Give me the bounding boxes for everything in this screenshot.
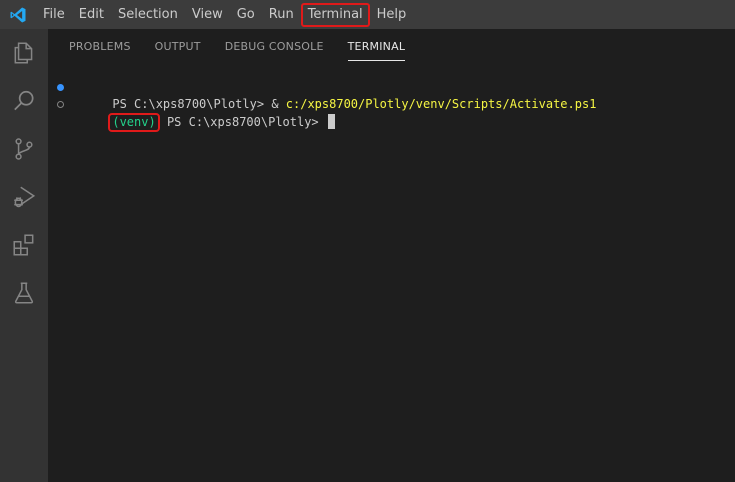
testing-icon[interactable] bbox=[0, 269, 48, 317]
tab-terminal[interactable]: TERMINAL bbox=[336, 29, 418, 65]
vscode-logo-icon[interactable] bbox=[0, 0, 36, 29]
menu-terminal[interactable]: Terminal bbox=[300, 2, 370, 27]
menu-bar: File Edit Selection View Go Run Terminal… bbox=[36, 0, 413, 29]
terminal-line-1: PS C:\xps8700\Plotly> & c:/xps8700/Plotl… bbox=[48, 79, 735, 111]
title-bar: File Edit Selection View Go Run Terminal… bbox=[0, 0, 735, 29]
menu-view[interactable]: View bbox=[185, 3, 230, 27]
terminal-line-2: (venv) PS C:\xps8700\Plotly> bbox=[48, 96, 735, 132]
menu-go[interactable]: Go bbox=[230, 3, 262, 27]
menu-edit[interactable]: Edit bbox=[72, 3, 111, 27]
menu-run[interactable]: Run bbox=[262, 3, 301, 27]
command-pending-decoration-icon[interactable] bbox=[57, 101, 64, 108]
search-icon[interactable] bbox=[0, 77, 48, 125]
explorer-icon[interactable] bbox=[0, 29, 48, 77]
extensions-icon[interactable] bbox=[0, 221, 48, 269]
prompt-text: PS C:\xps8700\Plotly> bbox=[159, 115, 326, 129]
terminal-cursor bbox=[327, 114, 335, 129]
menu-help[interactable]: Help bbox=[370, 3, 414, 27]
tab-debug-console[interactable]: DEBUG CONSOLE bbox=[213, 29, 336, 65]
menu-selection[interactable]: Selection bbox=[111, 3, 185, 27]
activity-bar bbox=[0, 29, 48, 482]
command-success-decoration-icon[interactable] bbox=[57, 84, 64, 91]
run-debug-icon[interactable] bbox=[0, 173, 48, 221]
terminal-panel: PROBLEMS OUTPUT DEBUG CONSOLE TERMINAL P… bbox=[48, 29, 735, 482]
menu-file[interactable]: File bbox=[36, 3, 72, 27]
tab-output[interactable]: OUTPUT bbox=[143, 29, 213, 65]
tab-problems[interactable]: PROBLEMS bbox=[48, 29, 143, 65]
terminal-output[interactable]: PS C:\xps8700\Plotly> & c:/xps8700/Plotl… bbox=[48, 79, 735, 132]
venv-indicator: (venv) bbox=[108, 113, 160, 132]
panel-tabs: PROBLEMS OUTPUT DEBUG CONSOLE TERMINAL bbox=[48, 29, 417, 65]
source-control-icon[interactable] bbox=[0, 125, 48, 173]
